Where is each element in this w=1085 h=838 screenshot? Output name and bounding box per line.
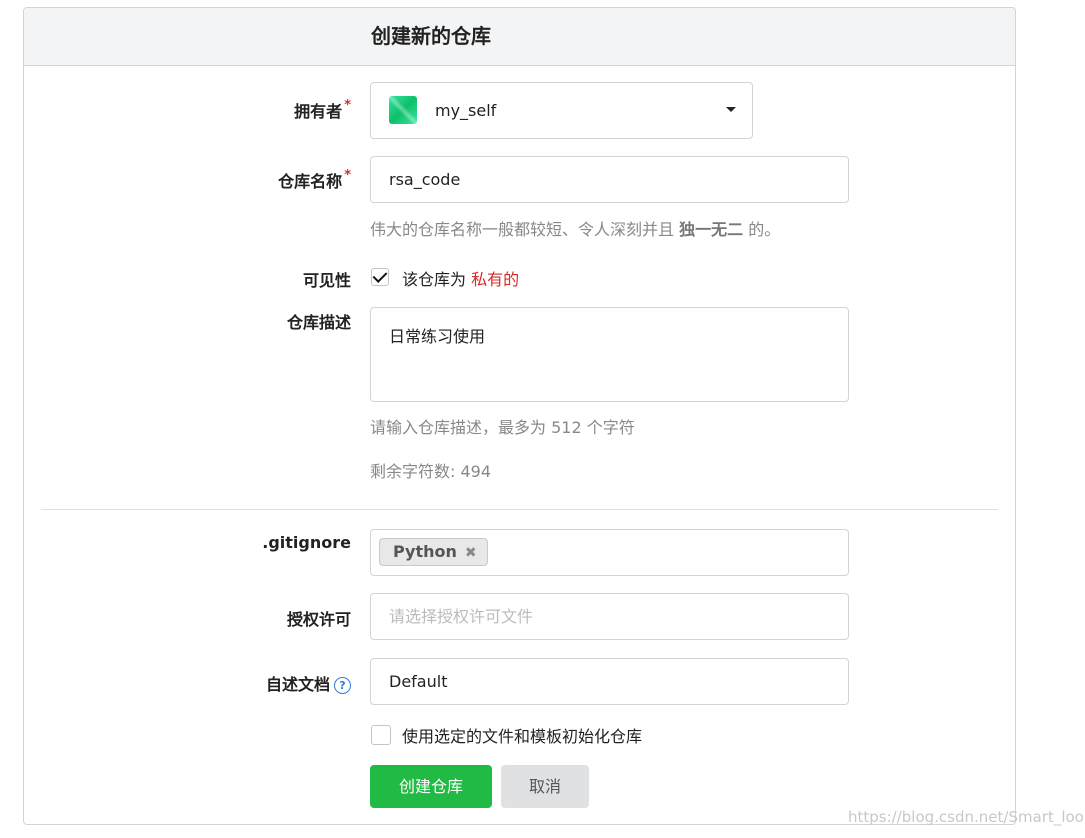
- owner-label-text: 拥有者: [294, 102, 343, 121]
- license-placeholder: 请选择授权许可文件: [389, 607, 534, 626]
- help-circle-icon[interactable]: ?: [334, 677, 351, 694]
- owner-avatar: [389, 96, 417, 124]
- repo-name-input[interactable]: rsa_code: [370, 156, 849, 203]
- owner-value: my_self: [435, 101, 497, 120]
- visibility-text: 该仓库为 私有的: [402, 266, 519, 290]
- repo-name-help-suffix: 的。: [748, 220, 781, 239]
- gitignore-label: .gitignore: [262, 533, 351, 552]
- remove-tag-icon[interactable]: ✖: [465, 545, 477, 561]
- readme-label-text: 自述文档: [265, 675, 330, 694]
- required-mark: *: [344, 98, 351, 113]
- description-label: 仓库描述: [286, 313, 351, 332]
- gitignore-tag-python: Python ✖: [379, 538, 488, 566]
- required-mark: *: [344, 168, 351, 183]
- dropdown-caret-icon: [726, 107, 736, 112]
- visibility-text-prefix: 该仓库为: [402, 270, 467, 289]
- create-repo-panel: 创建新的仓库 拥有者 * my_self 仓库名称 * rsa_code 伟大的仓库…: [23, 7, 1016, 825]
- license-label: 授权许可: [286, 610, 351, 629]
- repo-name-label-text: 仓库名称: [278, 172, 343, 191]
- repo-name-help: 伟大的仓库名称一般都较短、令人深刻并且 独一无二 的。: [370, 216, 780, 240]
- readme-value: Default: [389, 672, 448, 691]
- description-help: 请输入仓库描述，最多为 512 个字符: [370, 418, 635, 437]
- private-checkbox[interactable]: [371, 268, 389, 286]
- license-select[interactable]: 请选择授权许可文件: [370, 593, 849, 640]
- cancel-button[interactable]: 取消: [501, 765, 589, 808]
- repo-name-help-bold: 独一无二: [679, 220, 744, 239]
- section-divider: [41, 509, 998, 510]
- owner-label: 拥有者 *: [294, 98, 351, 122]
- description-textarea[interactable]: 日常练习使用: [370, 307, 849, 402]
- panel-header: 创建新的仓库: [24, 8, 1015, 66]
- gitignore-select[interactable]: Python ✖: [370, 529, 849, 576]
- repo-name-value: rsa_code: [389, 170, 461, 189]
- readme-label: 自述文档?: [266, 671, 351, 695]
- owner-dropdown[interactable]: my_self: [370, 82, 753, 139]
- visibility-label: 可见性: [302, 271, 351, 290]
- auto-init-checkbox[interactable]: [371, 725, 391, 745]
- private-highlight: 私有的: [471, 270, 520, 289]
- watermark: https://blog.csdn.net/Smart_look: [848, 808, 1085, 826]
- gitignore-tag-label: Python: [393, 542, 457, 561]
- create-repo-button[interactable]: 创建仓库: [370, 765, 492, 808]
- repo-name-label: 仓库名称 *: [278, 168, 351, 192]
- page-title: 创建新的仓库: [371, 24, 491, 48]
- auto-init-text: 使用选定的文件和模板初始化仓库: [402, 727, 643, 746]
- repo-name-help-prefix: 伟大的仓库名称一般都较短、令人深刻并且: [370, 220, 675, 239]
- check-icon: [372, 268, 388, 283]
- remaining-chars: 剩余字符数: 494: [370, 462, 492, 481]
- description-value: 日常练习使用: [389, 327, 486, 346]
- readme-select[interactable]: Default: [370, 658, 849, 705]
